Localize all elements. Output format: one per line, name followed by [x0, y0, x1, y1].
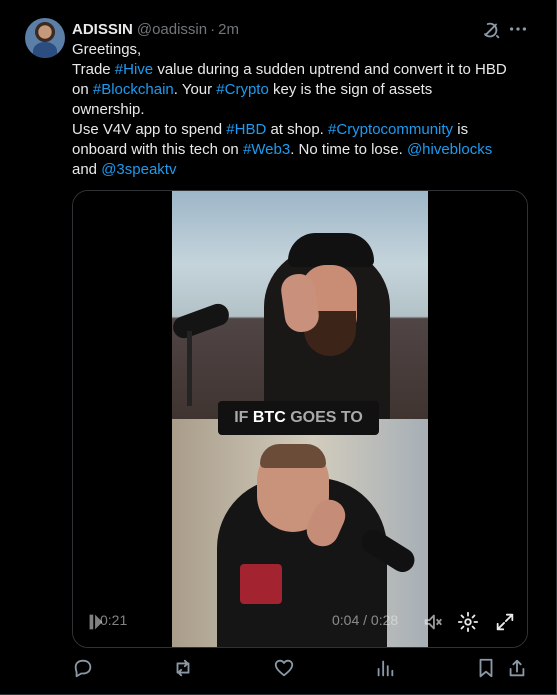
caption-strong: BTC [252, 409, 286, 426]
tweet-header: ADISSIN @oadissin · 2m [72, 19, 239, 39]
hashtag-crypto[interactable]: #Crypto [216, 81, 269, 98]
gear-icon[interactable] [457, 611, 479, 633]
text-line: Trade #Hive value during a sudden uptren… [72, 60, 542, 80]
video-player[interactable]: IF BTC GOES TO 0:21 0:04 / 0:28 [72, 190, 528, 648]
video-progress-time: 0:04 / 0:28 [332, 612, 399, 628]
tweet-text: Greetings, Trade #Hive value during a su… [72, 40, 542, 180]
text-span: . Your [173, 81, 217, 98]
author-handle[interactable]: @oadissin [137, 21, 207, 38]
hashtag-web3[interactable]: #Web3 [243, 141, 290, 158]
video-controls: 0:21 0:04 / 0:28 [73, 589, 527, 647]
cap-shape [288, 233, 374, 267]
video-top-frame [169, 191, 428, 419]
text-span: Greetings, [72, 41, 142, 58]
text-line: Greetings, [72, 40, 542, 60]
repost-icon[interactable] [172, 657, 194, 679]
fullscreen-icon[interactable] [494, 611, 516, 633]
mention-hiveblocks[interactable]: @hiveblocks [407, 141, 492, 158]
text-line: ownership. [72, 100, 542, 120]
author-name[interactable]: ADISSIN [72, 21, 133, 38]
microphone-stand [187, 331, 192, 406]
more-icon[interactable] [507, 18, 529, 40]
text-span: . No time to lose. [290, 141, 407, 158]
text-span: Use V4V app to spend [72, 121, 227, 138]
video-time: 0:21 [100, 612, 128, 628]
microphone-icon [169, 300, 233, 342]
grok-icon[interactable] [480, 19, 502, 41]
text-span: value during a sudden uptrend and conver… [153, 61, 507, 78]
video-letterbox-left [73, 191, 172, 647]
text-line: onboard with this tech on #Web3. No time… [72, 140, 542, 160]
tweet-actions [72, 652, 526, 682]
text-span: ownership. [72, 101, 145, 118]
text-line: and @3speaktv [72, 160, 542, 180]
time-separator: · [210, 20, 216, 38]
reply-icon[interactable] [72, 657, 94, 679]
text-span: on [72, 81, 93, 98]
hashtag-hive[interactable]: #Hive [115, 61, 153, 78]
text-span: Trade [72, 61, 115, 78]
avatar[interactable] [25, 18, 65, 58]
caption-suffix: GOES TO [285, 409, 363, 426]
text-span: at shop. [266, 121, 329, 138]
hair-shape [260, 444, 326, 468]
text-line: on #Blockchain. Your #Crypto key is the … [72, 80, 542, 100]
text-span: is [453, 121, 469, 138]
caption-prefix: IF [234, 409, 253, 426]
text-span: onboard with this tech on [72, 141, 243, 158]
bookmark-icon[interactable] [475, 657, 497, 679]
hashtag-blockchain[interactable]: #Blockchain [93, 81, 174, 98]
video-caption: IF BTC GOES TO [218, 401, 379, 435]
views-icon[interactable] [374, 657, 396, 679]
tweet-time[interactable]: 2m [218, 21, 239, 38]
mention-3speaktv[interactable]: @3speaktv [101, 161, 176, 178]
hashtag-hbd[interactable]: #HBD [226, 121, 266, 138]
hashtag-cryptocommunity[interactable]: #Cryptocommunity [328, 121, 453, 138]
text-span: and [72, 161, 102, 178]
share-icon[interactable] [506, 657, 528, 679]
text-line: Use V4V app to spend #HBD at shop. #Cryp… [72, 120, 542, 140]
heart-icon[interactable] [273, 657, 295, 679]
tweet-card: ADISSIN @oadissin · 2m Greetings, Trade … [0, 0, 557, 695]
mute-icon[interactable] [422, 611, 444, 633]
video-letterbox-right [428, 191, 527, 647]
text-span: key is the sign of assets [268, 81, 433, 98]
